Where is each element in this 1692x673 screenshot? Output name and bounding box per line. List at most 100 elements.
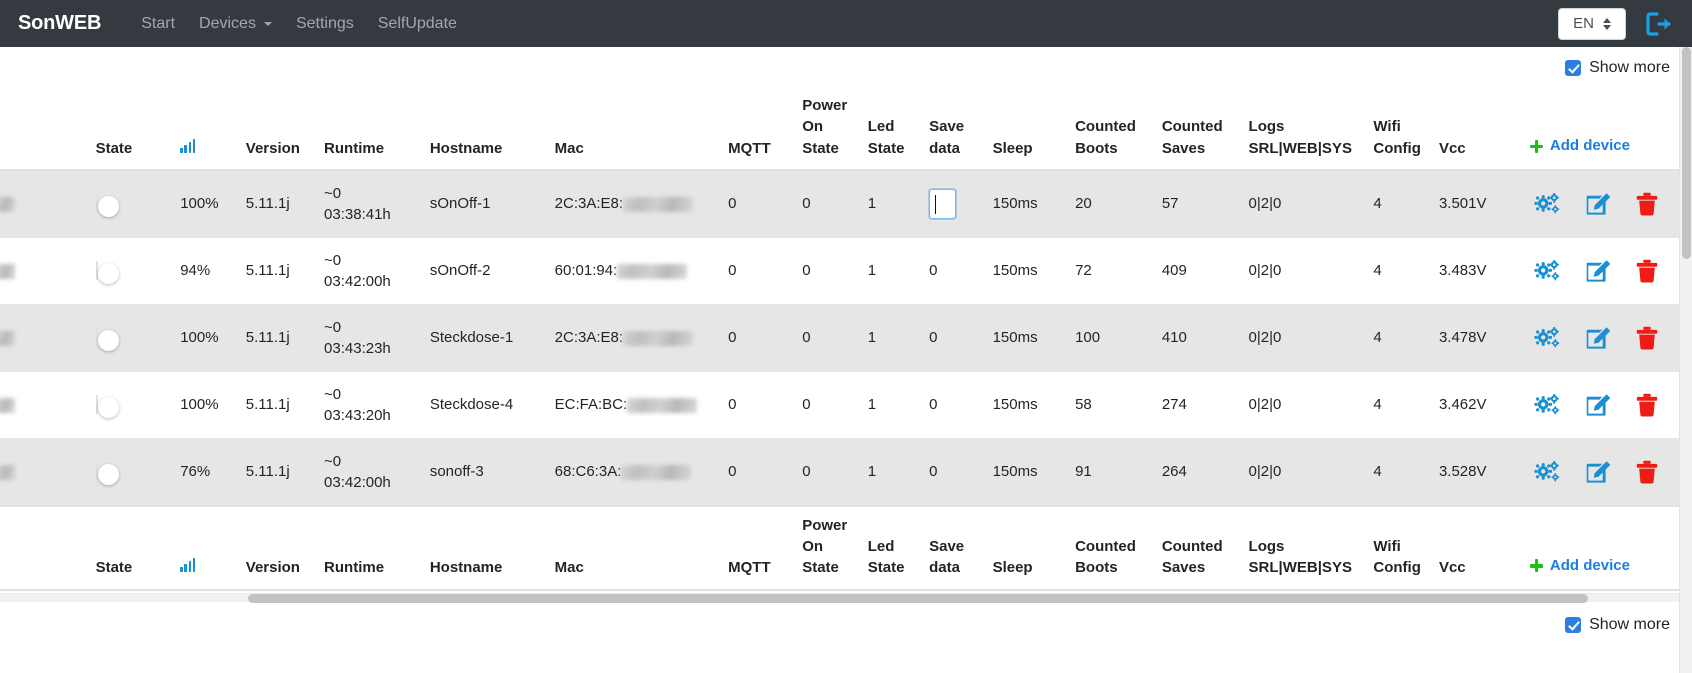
delete-trash-icon[interactable] bbox=[1636, 326, 1658, 350]
device-power-on-state: 0 bbox=[802, 329, 811, 347]
nav-link-selfupdate[interactable]: SelfUpdate bbox=[366, 11, 469, 37]
device-counted-saves: 409 bbox=[1161, 262, 1187, 280]
cell-version: 5.11.1j bbox=[238, 370, 318, 439]
cell-actions bbox=[1522, 236, 1692, 305]
vertical-scrollbar[interactable] bbox=[1679, 47, 1692, 673]
cell-hostname: sonoff-3 bbox=[422, 437, 548, 506]
col-header-hostname[interactable]: Hostname bbox=[422, 87, 548, 171]
cell-runtime: ~0 03:43:20h bbox=[317, 370, 423, 439]
show-more-toggle-bottom[interactable]: Show more bbox=[1565, 616, 1670, 634]
device-power-on-state: 0 bbox=[802, 463, 811, 481]
table-row: 8.178. 100% 5.11.1j ~0 03:43:20h Steckdose-4 E… bbox=[0, 370, 1692, 439]
device-version: 5.11.1j bbox=[245, 396, 290, 414]
foot-header-logs[interactable]: Logs SRL|WEB|SYS bbox=[1241, 504, 1367, 591]
edit-pencil-square-icon[interactable] bbox=[1586, 192, 1610, 216]
nav-link-settings[interactable]: Settings bbox=[284, 11, 366, 37]
language-select[interactable]: EN bbox=[1558, 7, 1626, 40]
foot-header-led-state[interactable]: Led State bbox=[860, 504, 923, 591]
state-toggle-switch[interactable] bbox=[95, 261, 119, 285]
settings-cogs-icon[interactable] bbox=[1534, 326, 1560, 349]
edit-pencil-square-icon[interactable] bbox=[1586, 460, 1610, 484]
col-header-mqtt[interactable]: MQTT bbox=[721, 87, 796, 171]
col-header-led-state[interactable]: Led State bbox=[860, 87, 923, 171]
cell-save-data: 0 bbox=[922, 236, 986, 305]
col-header-counted-boots[interactable]: Counted Boots bbox=[1068, 87, 1155, 171]
col-header-signal[interactable] bbox=[173, 87, 239, 171]
show-more-checkbox-top[interactable] bbox=[1565, 60, 1582, 76]
foot-header-power-on-state[interactable]: Power On State bbox=[795, 504, 861, 591]
col-header-sleep[interactable]: Sleep bbox=[985, 87, 1069, 171]
col-header-ip[interactable] bbox=[0, 87, 89, 171]
device-save-data[interactable]: 0 bbox=[929, 396, 937, 413]
foot-header-ip[interactable] bbox=[0, 504, 89, 591]
device-save-data[interactable]: 0 bbox=[929, 262, 937, 279]
col-header-runtime[interactable]: Runtime bbox=[317, 87, 423, 171]
nav-link-start[interactable]: Start bbox=[129, 11, 187, 37]
foot-header-vcc[interactable]: Vcc bbox=[1431, 504, 1523, 591]
vertical-scrollbar-thumb[interactable] bbox=[1682, 47, 1691, 259]
col-header-logs[interactable]: Logs SRL|WEB|SYS bbox=[1241, 87, 1367, 171]
cell-save-data bbox=[922, 169, 986, 238]
device-mqtt: 0 bbox=[728, 463, 737, 481]
foot-header-wifi-config[interactable]: Wifi Config bbox=[1366, 504, 1432, 591]
foot-header-counted-boots[interactable]: Counted Boots bbox=[1068, 504, 1155, 591]
foot-header-state[interactable]: State bbox=[88, 504, 174, 591]
state-toggle-switch[interactable] bbox=[95, 462, 119, 486]
cell-counted-boots: 58 bbox=[1068, 370, 1155, 439]
cell-ip: 8.178. bbox=[0, 236, 89, 305]
settings-cogs-icon[interactable] bbox=[1534, 192, 1560, 215]
state-toggle-switch[interactable] bbox=[95, 395, 119, 419]
add-device-button[interactable]: Add device bbox=[1529, 135, 1630, 156]
col-header-version[interactable]: Version bbox=[238, 87, 318, 171]
state-toggle-switch[interactable] bbox=[95, 194, 119, 218]
device-save-data[interactable]: 0 bbox=[929, 463, 937, 480]
foot-header-hostname[interactable]: Hostname bbox=[422, 504, 548, 591]
device-save-data[interactable]: 0 bbox=[929, 329, 937, 346]
delete-trash-icon[interactable] bbox=[1636, 393, 1658, 417]
horizontal-scrollbar[interactable] bbox=[0, 592, 1692, 603]
col-header-power-on-state[interactable]: Power On State bbox=[795, 87, 861, 171]
logout-button[interactable] bbox=[1642, 10, 1676, 38]
show-more-checkbox-bottom[interactable] bbox=[1565, 616, 1582, 633]
cell-logs: 0|2|0 bbox=[1241, 169, 1367, 238]
delete-trash-icon[interactable] bbox=[1636, 259, 1658, 283]
col-header-counted-saves[interactable]: Counted Saves bbox=[1154, 87, 1242, 171]
foot-header-save-data[interactable]: Save data bbox=[922, 504, 986, 591]
settings-cogs-icon[interactable] bbox=[1534, 393, 1560, 416]
show-more-toggle-top[interactable]: Show more bbox=[1565, 59, 1670, 77]
foot-header-version[interactable]: Version bbox=[238, 504, 318, 591]
redacted-block bbox=[0, 263, 15, 279]
foot-header-sleep[interactable]: Sleep bbox=[985, 504, 1069, 591]
devices-table-viewport: State Version Runtime Hostname Mac MQTT … bbox=[0, 87, 1692, 591]
foot-header-counted-saves[interactable]: Counted Saves bbox=[1154, 504, 1242, 591]
edit-pencil-square-icon[interactable] bbox=[1586, 393, 1610, 417]
foot-header-power-on-state-line3: State bbox=[802, 559, 839, 577]
delete-trash-icon[interactable] bbox=[1636, 460, 1658, 484]
navbar-right-group: EN bbox=[1558, 7, 1676, 40]
foot-header-mqtt[interactable]: MQTT bbox=[721, 504, 796, 591]
col-header-wifi-config-line1: Wifi bbox=[1373, 118, 1401, 136]
col-header-mac[interactable]: Mac bbox=[547, 87, 722, 171]
save-data-input[interactable] bbox=[928, 187, 958, 220]
col-header-vcc[interactable]: Vcc bbox=[1431, 87, 1523, 171]
edit-pencil-square-icon[interactable] bbox=[1586, 259, 1610, 283]
foot-header-runtime[interactable]: Runtime bbox=[317, 504, 423, 591]
device-mqtt: 0 bbox=[728, 329, 737, 347]
col-header-wifi-config[interactable]: Wifi Config bbox=[1366, 87, 1432, 171]
foot-header-mac[interactable]: Mac bbox=[547, 504, 722, 591]
device-wifi-config: 4 bbox=[1373, 463, 1382, 481]
horizontal-scrollbar-thumb[interactable] bbox=[248, 593, 1588, 603]
foot-header-signal[interactable] bbox=[173, 504, 239, 591]
add-device-button-bottom[interactable]: Add device bbox=[1529, 555, 1630, 576]
settings-cogs-icon[interactable] bbox=[1534, 460, 1560, 483]
state-toggle-switch[interactable] bbox=[95, 328, 119, 352]
devices-table-foot: State Version Runtime Hostname Mac MQTT … bbox=[0, 504, 1692, 591]
edit-pencil-square-icon[interactable] bbox=[1586, 326, 1610, 350]
col-header-state[interactable]: State bbox=[88, 87, 174, 171]
settings-cogs-icon[interactable] bbox=[1534, 259, 1560, 282]
col-header-save-data[interactable]: Save data bbox=[922, 87, 986, 171]
brand-logo[interactable]: SonWEB bbox=[18, 12, 101, 35]
cell-hostname: sOnOff-1 bbox=[422, 169, 548, 238]
nav-link-devices[interactable]: Devices bbox=[187, 11, 284, 37]
delete-trash-icon[interactable] bbox=[1636, 192, 1658, 216]
